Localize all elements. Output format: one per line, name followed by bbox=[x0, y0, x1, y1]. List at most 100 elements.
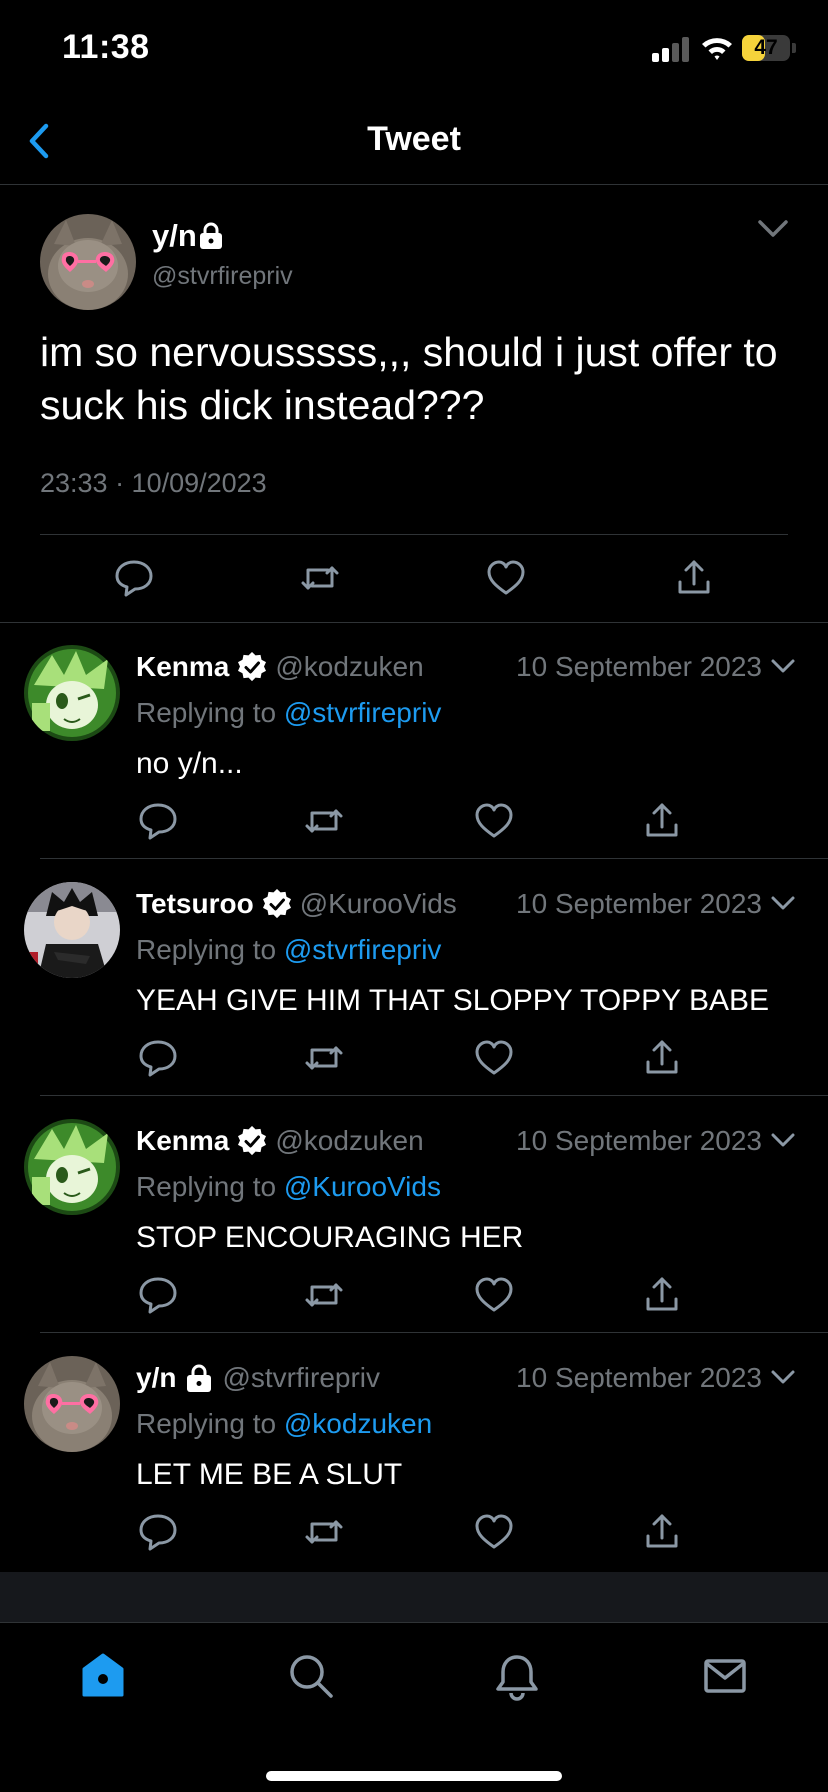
avatar[interactable] bbox=[24, 1119, 120, 1215]
mention-link[interactable]: @KurooVids bbox=[284, 1171, 441, 1202]
bell-icon[interactable] bbox=[492, 1651, 542, 1701]
author-handle[interactable]: @KurooVids bbox=[300, 888, 457, 920]
tweet-text: YEAH GIVE HIM THAT SLOPPY TOPPY BABE bbox=[136, 984, 770, 1017]
divider bbox=[40, 858, 828, 859]
chevron-down-icon[interactable] bbox=[770, 1131, 796, 1151]
reply-header: Kenma @kodzuken bbox=[136, 647, 424, 687]
search-icon[interactable] bbox=[286, 1651, 336, 1701]
status-bar: 11:38 47 bbox=[0, 0, 828, 100]
tweet-actions bbox=[0, 1510, 828, 1554]
tweet-actions bbox=[0, 1036, 828, 1080]
main-tweet: y/n @stvrfirepriv im so nervousssss,,, s… bbox=[0, 186, 828, 623]
reply-icon[interactable] bbox=[136, 1510, 180, 1554]
reply-tweet: Kenma @kodzuken 10 September 2023 Replyi… bbox=[0, 1097, 828, 1333]
battery-percent: 47 bbox=[754, 36, 778, 59]
like-icon[interactable] bbox=[472, 1510, 516, 1554]
mail-icon[interactable] bbox=[700, 1651, 750, 1701]
reply-icon[interactable] bbox=[112, 556, 156, 600]
reply-header: Tetsuroo @KurooVids bbox=[136, 884, 457, 924]
replying-prefix: Replying to bbox=[136, 934, 277, 965]
verified-badge-icon bbox=[237, 652, 267, 682]
chevron-down-icon[interactable] bbox=[770, 657, 796, 677]
tweet-timestamp: 23:33 · 10/09/2023 bbox=[40, 468, 267, 498]
replying-to: Replying to @stvrfirepriv bbox=[136, 934, 441, 966]
reply-date: 10 September 2023 bbox=[516, 888, 762, 919]
avatar[interactable] bbox=[24, 1356, 120, 1452]
retweet-icon[interactable] bbox=[302, 1036, 346, 1080]
reply-tweet: Kenma @kodzuken 10 September 2023 Replyi… bbox=[0, 623, 828, 859]
reply-icon[interactable] bbox=[136, 1273, 180, 1317]
author-handle[interactable]: @kodzuken bbox=[275, 651, 423, 683]
feed-end-spacer bbox=[0, 1572, 828, 1622]
reply-date: 10 September 2023 bbox=[516, 1125, 762, 1156]
reply-date: 10 September 2023 bbox=[516, 651, 762, 682]
divider bbox=[40, 534, 788, 535]
chevron-down-icon[interactable] bbox=[756, 216, 790, 242]
verified-badge-icon bbox=[262, 889, 292, 919]
status-time: 11:38 bbox=[62, 28, 150, 66]
author-name[interactable]: Tetsuroo bbox=[136, 888, 254, 920]
replying-to: Replying to @kodzuken bbox=[136, 1408, 432, 1440]
chevron-down-icon[interactable] bbox=[770, 1368, 796, 1388]
replying-prefix: Replying to bbox=[136, 697, 277, 728]
reply-icon[interactable] bbox=[136, 1036, 180, 1080]
lock-icon bbox=[198, 222, 224, 250]
share-icon[interactable] bbox=[640, 1510, 684, 1554]
tweet-text: im so nervousssss,,, should i just offer… bbox=[40, 329, 778, 428]
tweet-text: no y/n... bbox=[136, 747, 243, 780]
author-handle[interactable]: @stvrfirepriv bbox=[222, 1362, 380, 1394]
tweet-actions bbox=[0, 799, 828, 843]
share-icon[interactable] bbox=[640, 1036, 684, 1080]
retweet-icon[interactable] bbox=[302, 1273, 346, 1317]
mention-link[interactable]: @kodzuken bbox=[284, 1408, 432, 1439]
nav-bar: Tweet bbox=[0, 100, 828, 185]
like-icon[interactable] bbox=[472, 1036, 516, 1080]
reply-tweet: Tetsuroo @KurooVids 10 September 2023 Re… bbox=[0, 860, 828, 1096]
tweet-actions bbox=[0, 556, 828, 606]
replying-to: Replying to @KurooVids bbox=[136, 1171, 441, 1203]
reply-tweet: y/n @stvrfirepriv 10 September 2023 Repl… bbox=[0, 1334, 828, 1570]
share-icon[interactable] bbox=[640, 799, 684, 843]
author-handle[interactable]: @stvrfirepriv bbox=[152, 262, 293, 291]
divider bbox=[40, 1095, 828, 1096]
like-icon[interactable] bbox=[484, 556, 528, 600]
tweet-text: LET ME BE A SLUT bbox=[136, 1458, 403, 1491]
replying-prefix: Replying to bbox=[136, 1171, 277, 1202]
page-title: Tweet bbox=[367, 120, 461, 158]
home-indicator bbox=[266, 1771, 562, 1781]
avatar[interactable] bbox=[24, 882, 120, 978]
battery-icon: 47 bbox=[742, 35, 790, 61]
avatar[interactable] bbox=[24, 645, 120, 741]
retweet-icon[interactable] bbox=[302, 799, 346, 843]
author-name[interactable]: y/n bbox=[136, 1362, 176, 1394]
replying-prefix: Replying to bbox=[136, 1408, 277, 1439]
chevron-down-icon[interactable] bbox=[770, 894, 796, 914]
home-icon[interactable] bbox=[78, 1651, 128, 1701]
reply-header: y/n @stvrfirepriv bbox=[136, 1358, 380, 1398]
like-icon[interactable] bbox=[472, 799, 516, 843]
reply-icon[interactable] bbox=[136, 799, 180, 843]
verified-badge-icon bbox=[237, 1126, 267, 1156]
share-icon[interactable] bbox=[672, 556, 716, 600]
mention-link[interactable]: @stvrfirepriv bbox=[284, 697, 442, 728]
wifi-icon bbox=[700, 34, 734, 62]
author-handle[interactable]: @kodzuken bbox=[275, 1125, 423, 1157]
cellular-signal-icon bbox=[652, 36, 692, 62]
divider bbox=[40, 1332, 828, 1333]
lock-icon bbox=[184, 1363, 214, 1393]
author-name[interactable]: Kenma bbox=[136, 651, 229, 683]
reply-header: Kenma @kodzuken bbox=[136, 1121, 424, 1161]
replying-to: Replying to @stvrfirepriv bbox=[136, 697, 441, 729]
retweet-icon[interactable] bbox=[302, 1510, 346, 1554]
share-icon[interactable] bbox=[640, 1273, 684, 1317]
author-name[interactable]: Kenma bbox=[136, 1125, 229, 1157]
author-name[interactable]: y/n bbox=[152, 218, 197, 254]
battery-tip bbox=[792, 43, 796, 53]
mention-link[interactable]: @stvrfirepriv bbox=[284, 934, 442, 965]
tab-bar bbox=[0, 1622, 828, 1792]
avatar[interactable] bbox=[40, 214, 136, 310]
like-icon[interactable] bbox=[472, 1273, 516, 1317]
retweet-icon[interactable] bbox=[298, 556, 342, 600]
tweet-text: STOP ENCOURAGING HER bbox=[136, 1221, 524, 1254]
reply-date: 10 September 2023 bbox=[516, 1362, 762, 1393]
